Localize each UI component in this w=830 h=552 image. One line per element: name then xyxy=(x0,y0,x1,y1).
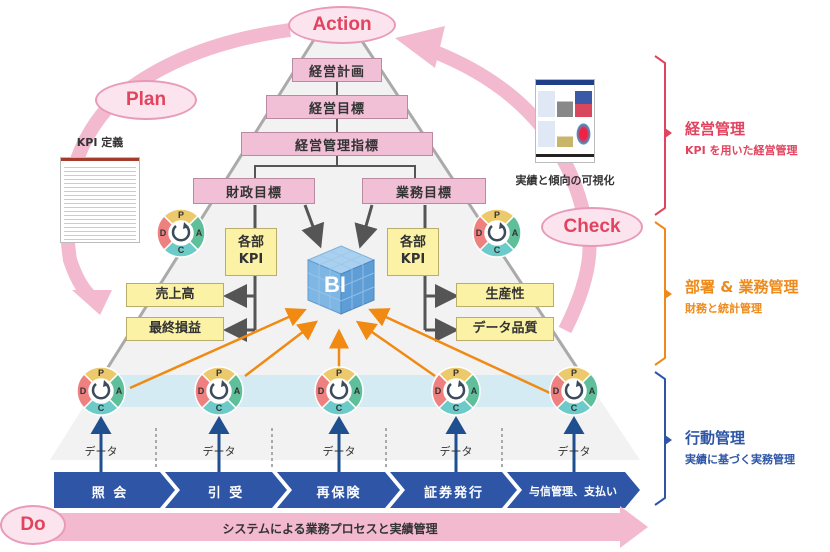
do-bar-text: システムによる業務プロセスと実績管理 xyxy=(222,522,438,536)
pdca-c: C xyxy=(97,403,105,413)
management-level-operations: 行動管理 実績に基づく実務管理 xyxy=(685,427,795,467)
bracket-management xyxy=(654,55,666,216)
process-credit-payment: 与信管理、支払い xyxy=(529,485,617,498)
pdca-p: P xyxy=(335,368,342,378)
pdca-a: A xyxy=(195,228,203,238)
pdca-d: D xyxy=(79,386,87,396)
management-plan-box: 経営計画 xyxy=(292,58,382,82)
process-underwriting: 引 受 xyxy=(207,486,245,501)
metric-sales-box: 売上高 xyxy=(126,283,224,307)
management-level-executive: 経営管理 KPI を用いた経営管理 xyxy=(685,118,798,158)
pdca-d: D xyxy=(159,228,167,238)
pdca-d: D xyxy=(434,386,442,396)
do-ellipse: Do xyxy=(0,505,66,545)
process-reinsurance: 再保険 xyxy=(316,486,362,501)
pdca-d: D xyxy=(475,228,483,238)
pdca-d: D xyxy=(552,386,560,396)
bi-label: BI xyxy=(324,272,346,297)
pdca-wheel-icon: P A C D xyxy=(431,366,481,416)
pdca-a: A xyxy=(470,386,478,396)
pdca-wheel-icon: P A C D xyxy=(76,366,126,416)
financial-goal-box: 財政目標 xyxy=(193,178,315,204)
executive-title: 経営管理 xyxy=(685,120,746,138)
action-arrowhead xyxy=(395,26,445,68)
bi-cube-icon: BI xyxy=(306,244,376,316)
pdca-p: P xyxy=(97,368,104,378)
pdca-c: C xyxy=(335,403,343,413)
pdca-wheel-icon: P A C D xyxy=(472,208,522,258)
pdca-c: C xyxy=(177,245,185,255)
management-indicator-box: 経営管理指標 xyxy=(241,132,433,156)
kpi-definition-caption: KPI 定義 xyxy=(76,136,124,149)
pdca-c: C xyxy=(493,245,501,255)
pdca-a: A xyxy=(115,386,123,396)
visualization-caption: 実績と傾向の可視化 xyxy=(515,174,615,187)
action-ellipse: Action xyxy=(288,6,396,44)
pdca-a: A xyxy=(511,228,519,238)
pdca-c: C xyxy=(215,403,223,413)
operations-title: 行動管理 xyxy=(685,429,746,447)
pdca-p: P xyxy=(452,368,459,378)
plan-arrowhead xyxy=(72,290,112,315)
pdca-p: P xyxy=(493,210,500,220)
data-label-1: データ xyxy=(84,445,118,458)
dept-kpi-right-box: 各部 KPI xyxy=(387,228,439,276)
management-goal-box: 経営目標 xyxy=(266,95,408,119)
data-label-3: データ xyxy=(322,445,356,458)
dept-kpi-left-box: 各部 KPI xyxy=(225,228,277,276)
executive-subtitle: KPI を用いた経営管理 xyxy=(685,144,798,157)
pdca-p: P xyxy=(177,210,184,220)
management-level-department: 部署 & 業務管理 財務と統計管理 xyxy=(685,276,799,316)
data-label-5: データ xyxy=(557,445,591,458)
dashboard-thumbnail xyxy=(535,79,595,163)
business-goal-box: 業務目標 xyxy=(362,178,486,204)
pdca-c: C xyxy=(570,403,578,413)
pdca-a: A xyxy=(233,386,241,396)
data-label-2: データ xyxy=(202,445,236,458)
process-inquiry: 照 会 xyxy=(91,486,129,501)
department-subtitle: 財務と統計管理 xyxy=(685,302,762,315)
pdca-wheel-icon: P A C D xyxy=(549,366,599,416)
check-ellipse: Check xyxy=(541,207,643,247)
pdca-p: P xyxy=(215,368,222,378)
process-policy-issue: 証券発行 xyxy=(423,486,484,501)
pdca-wheel-icon: P A C D xyxy=(314,366,364,416)
department-title: 部署 & 業務管理 xyxy=(685,278,799,296)
pdca-a: A xyxy=(353,386,361,396)
metric-net-profit-box: 最終損益 xyxy=(126,317,224,341)
pdca-d: D xyxy=(197,386,205,396)
data-label-4: データ xyxy=(439,445,473,458)
pdca-d: D xyxy=(317,386,325,396)
plan-ellipse: Plan xyxy=(95,80,197,120)
metric-data-quality-box: データ品質 xyxy=(456,317,554,341)
operations-subtitle: 実績に基づく実務管理 xyxy=(685,453,795,466)
bracket-department xyxy=(654,221,666,366)
metric-productivity-box: 生産性 xyxy=(456,283,554,307)
pdca-wheel-icon: P A C D xyxy=(194,366,244,416)
pdca-c: C xyxy=(452,403,460,413)
bracket-operations xyxy=(654,371,666,506)
pdca-p: P xyxy=(570,368,577,378)
kpi-definition-thumbnail xyxy=(60,157,140,243)
pdca-wheel-icon: P A C D xyxy=(156,208,206,258)
pdca-a: A xyxy=(588,386,596,396)
